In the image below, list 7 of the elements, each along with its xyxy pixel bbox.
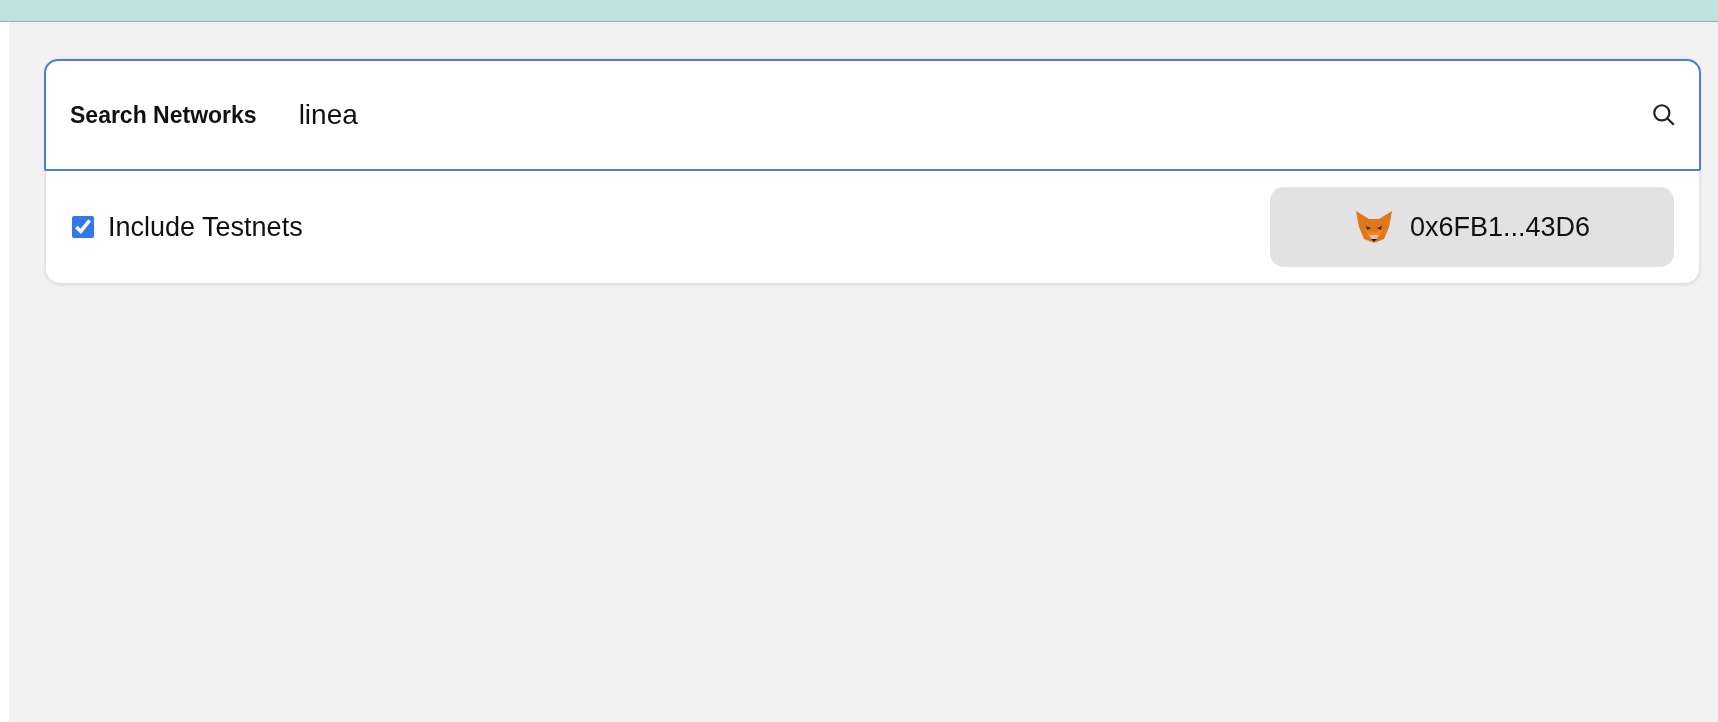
testnets-label: Include Testnets xyxy=(108,211,304,243)
search-field[interactable]: linea xyxy=(296,98,1651,132)
search-label: Search Networks xyxy=(70,101,257,129)
account-button[interactable]: 0x6FB1...43D6 xyxy=(1270,187,1674,267)
testnets-checkbox[interactable] xyxy=(72,216,94,238)
search-icon[interactable] xyxy=(1651,102,1677,128)
fox-icon xyxy=(1353,209,1394,245)
